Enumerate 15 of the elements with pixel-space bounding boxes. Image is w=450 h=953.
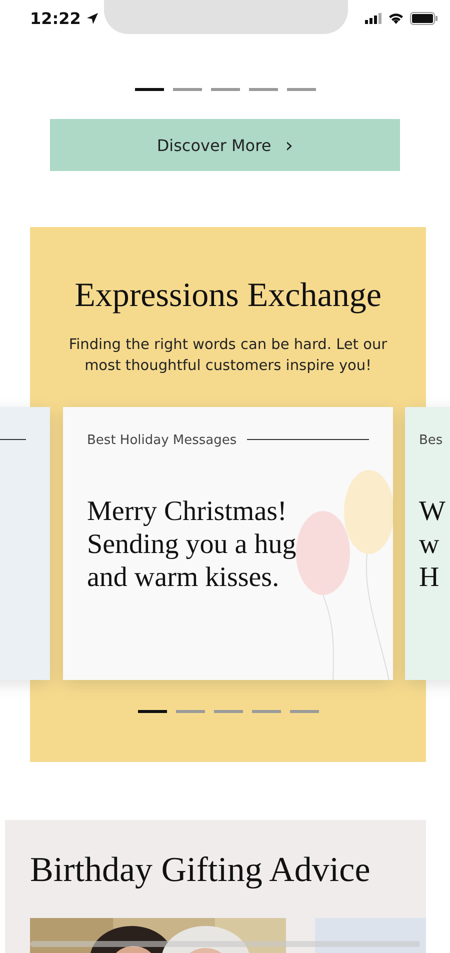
message-card[interactable]: Bes W w H [405, 407, 450, 680]
card-label: Bes [419, 433, 443, 448]
card-label: Best Holiday Messages [87, 433, 237, 448]
section-title: Birthday Gifting Advice [30, 849, 372, 890]
location-arrow-icon [86, 12, 98, 24]
card-message: W w H [419, 495, 446, 594]
section-subtitle: Finding the right words can be hard. Let our most thoughtful customers inspire you! [68, 336, 388, 376]
status-time: 12:22 [30, 8, 81, 28]
message-card[interactable]: Best Holiday Messages Merry Christmas! Sending you a hug and warm kisses. [63, 407, 393, 680]
battery-icon [410, 12, 438, 24]
wifi-icon [388, 12, 404, 24]
signal-icon [365, 12, 382, 24]
section-title: Expressions Exchange [74, 277, 382, 315]
discover-more-button[interactable]: Discover More › [50, 119, 400, 171]
card-message: Merry Christmas! Sending you a hug and warm kisses. [87, 495, 296, 594]
